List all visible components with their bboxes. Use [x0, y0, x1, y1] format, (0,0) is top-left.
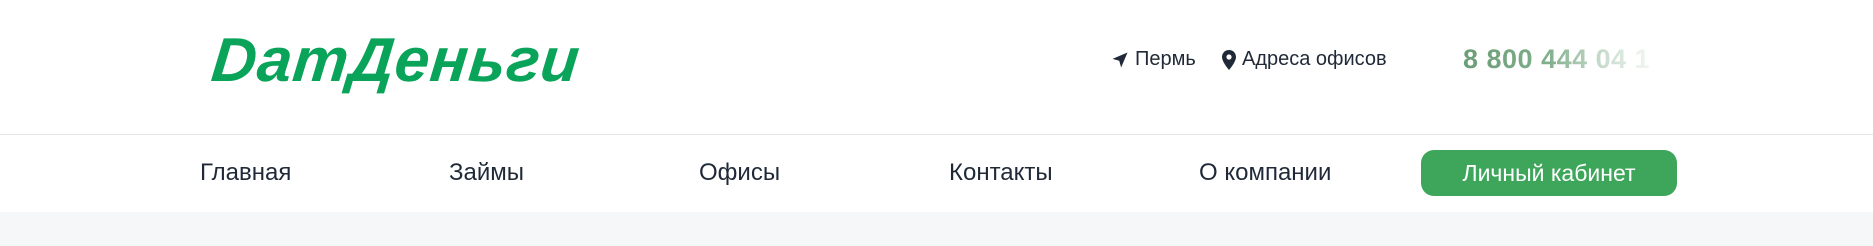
phone-number[interactable]: 8 800 444 04 1	[1463, 44, 1650, 75]
city-selector[interactable]: Пермь	[1111, 48, 1196, 71]
location-arrow-icon	[1111, 51, 1129, 69]
offices-link[interactable]: Адреса офисов	[1222, 48, 1387, 71]
offices-label: Адреса офисов	[1242, 48, 1387, 70]
content-background-strip	[0, 212, 1873, 246]
nav-item-about[interactable]: О компании	[1199, 159, 1331, 187]
top-header: DamДеньги Пермь Адреса офисов 8 800 444 …	[0, 0, 1873, 135]
city-label: Пермь	[1135, 48, 1196, 70]
nav-item-contacts[interactable]: Контакты	[949, 159, 1053, 187]
main-nav: Главная Займы Офисы Контакты О компании …	[0, 135, 1873, 212]
personal-cabinet-button[interactable]: Личный кабинет	[1421, 150, 1677, 196]
nav-item-loans[interactable]: Займы	[449, 159, 524, 187]
page: DamДеньги Пермь Адреса офисов 8 800 444 …	[0, 0, 1873, 246]
nav-item-home[interactable]: Главная	[200, 159, 291, 187]
personal-cabinet-label: Личный кабинет	[1462, 159, 1636, 186]
map-pin-icon	[1222, 49, 1236, 70]
nav-item-offices[interactable]: Офисы	[699, 159, 780, 187]
logo[interactable]: DamДеньги	[208, 26, 583, 95]
